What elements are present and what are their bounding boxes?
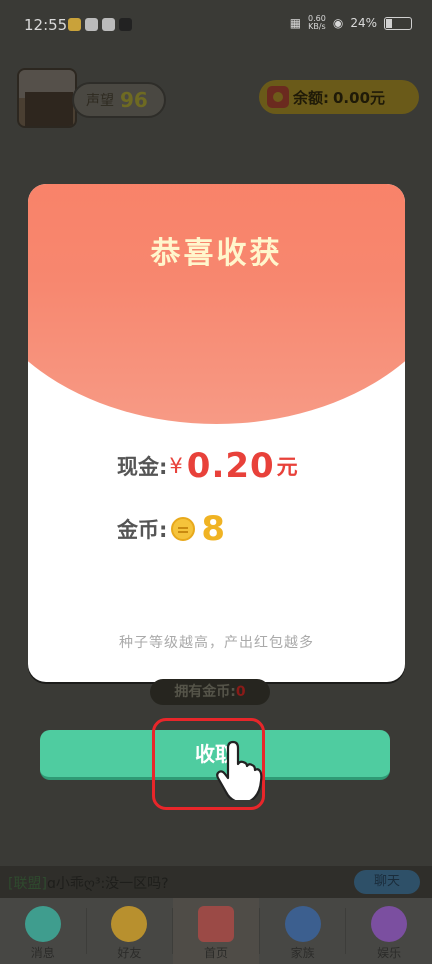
message-icon — [24, 906, 61, 942]
nav-item-friends[interactable]: 好友 — [87, 898, 173, 964]
mail-icon — [102, 18, 115, 31]
status-time: 12:55 — [24, 16, 68, 34]
owned-coins-label: 拥有金币: — [174, 684, 236, 700]
nav-item-entertainment[interactable]: 娱乐 — [346, 898, 432, 964]
reputation-badge: 声望 96 — [72, 82, 166, 118]
net-speed-unit: KB/s — [308, 22, 326, 31]
modal-header-arc — [28, 184, 405, 424]
coin-value: 8 — [201, 509, 226, 549]
cash-label: 现金: — [117, 455, 168, 479]
chat-message: [联盟]ɑ小乖ღ³:没一区吗? — [8, 873, 169, 893]
battery-icon — [384, 16, 412, 30]
nav-item-family[interactable]: 家族 — [260, 898, 346, 964]
vibrate-icon: ▦ — [289, 16, 302, 30]
pointing-hand-icon — [216, 740, 263, 800]
net-speed: 0.60 KB/s — [308, 15, 326, 31]
chat-bar: [联盟]ɑ小乖ღ³:没一区吗? 聊天 — [0, 866, 432, 898]
nav-label: 娱乐 — [377, 946, 402, 960]
status-right: ▦ 0.60 KB/s ◉ 24% — [290, 15, 412, 31]
app-notification-icon — [85, 18, 98, 31]
planet-icon — [371, 906, 408, 942]
nav-item-messages[interactable]: 消息 — [0, 898, 86, 964]
modal-title: 恭喜收获 — [150, 236, 283, 271]
balance-badge[interactable]: 余额: 0.00元 — [259, 80, 419, 114]
chat-text: ɑ小乖ღ³:没一区吗? — [46, 876, 169, 892]
friend-icon — [111, 906, 148, 942]
nav-label: 首页 — [203, 946, 228, 960]
cash-reward-row: 现金: ¥ 0.20 元 — [117, 446, 298, 486]
nav-label: 好友 — [117, 946, 142, 960]
battery-percent: 24% — [350, 16, 377, 30]
red-packet-icon — [267, 86, 289, 108]
chat-button[interactable]: 聊天 — [354, 870, 420, 894]
modal-tip: 种子等级越高，产出红包越多 — [119, 635, 314, 651]
nav-label: 消息 — [30, 946, 55, 960]
reward-modal: 恭喜收获 现金: ¥ 0.20 元 金币: 8 种子等级越高，产出红包越多 — [28, 184, 405, 682]
nav-label: 家族 — [290, 946, 315, 960]
cash-unit: 元 — [276, 455, 298, 479]
notification-icons — [68, 18, 132, 31]
coin-icon — [171, 517, 196, 541]
home-icon — [197, 906, 234, 942]
family-icon — [284, 906, 321, 942]
owned-coins-value: 0 — [235, 684, 246, 700]
weibo-icon — [68, 18, 81, 31]
owned-coins: 拥有金币:0 — [150, 679, 270, 705]
nav-item-home[interactable]: 首页 — [173, 898, 259, 964]
coin-label: 金币: — [117, 518, 168, 542]
cash-value: 0.20 — [186, 446, 275, 486]
reputation-value: 96 — [120, 88, 148, 112]
coin-reward-row: 金币: 8 — [117, 509, 225, 549]
status-bar: 12:55 ▦ 0.60 KB/s ◉ 24% — [0, 0, 432, 50]
chat-channel: [联盟] — [8, 876, 47, 892]
wifi-icon: ◉ — [332, 16, 344, 30]
bottom-nav: 消息 好友 首页 家族 娱乐 — [0, 898, 432, 964]
balance-value: 0.00元 — [333, 88, 386, 107]
avatar[interactable] — [17, 68, 77, 128]
balance-label: 余额: — [293, 88, 329, 107]
cash-currency: ¥ — [169, 454, 183, 478]
reputation-label: 声望 — [86, 93, 114, 109]
tiktok-icon — [119, 18, 132, 31]
